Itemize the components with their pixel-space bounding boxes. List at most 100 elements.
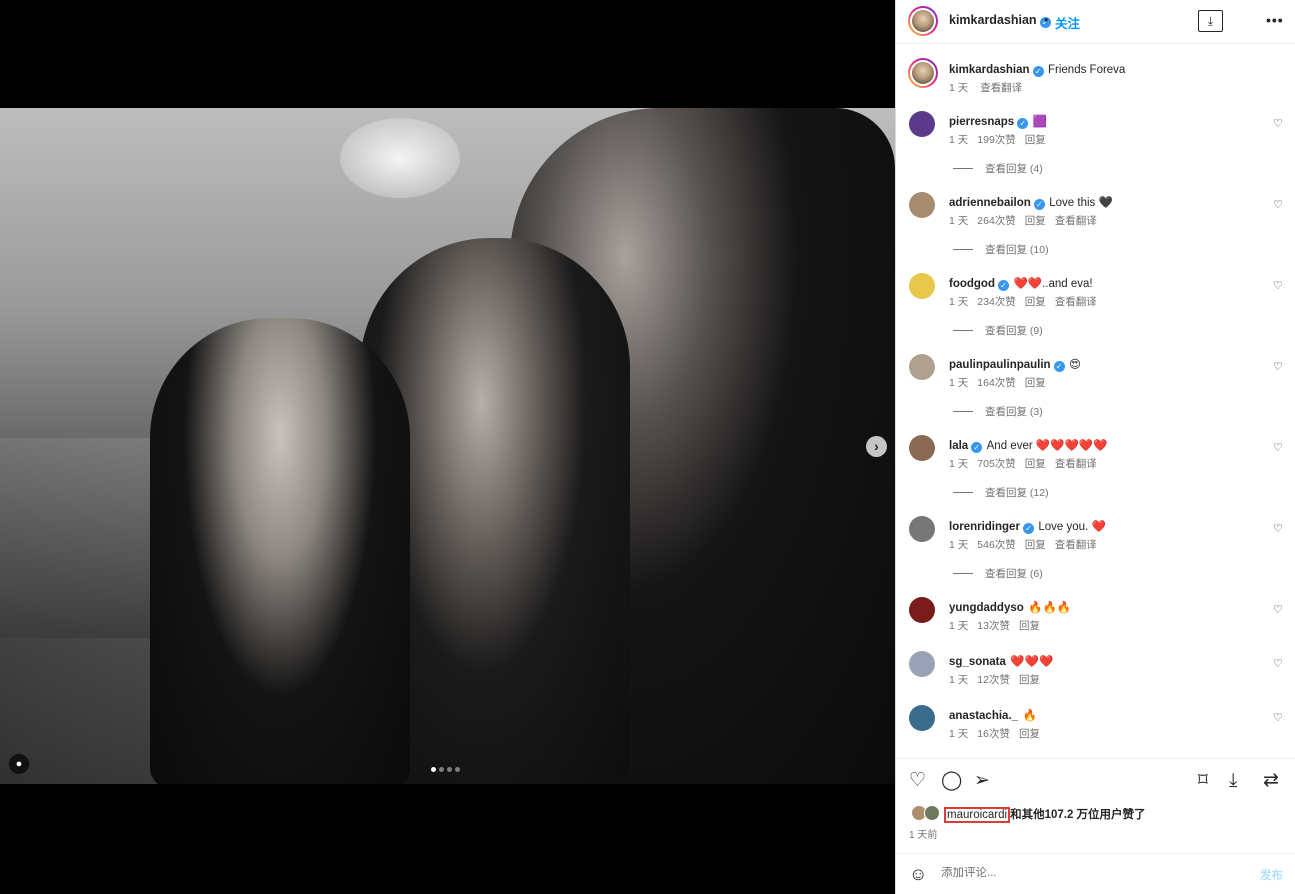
comment-translate-link[interactable]: 查看翻译 <box>1055 296 1097 308</box>
comment-like-heart-icon[interactable]: ♡ <box>1273 198 1283 211</box>
comment-likes[interactable]: 234次赞 <box>977 296 1016 308</box>
comment-translate-link[interactable]: 查看翻译 <box>1055 215 1097 227</box>
comment-line: lorenridinger ✓ Love you. ❤️ <box>949 517 1106 535</box>
view-replies-button[interactable]: 查看回复 (12) <box>953 485 1049 500</box>
comment-username[interactable]: foodgod <box>949 278 995 290</box>
more-options-button[interactable]: ••• <box>1266 12 1284 28</box>
comment-translate-link[interactable]: 查看翻译 <box>1055 458 1097 470</box>
carousel-next-button[interactable]: › <box>866 436 887 457</box>
tagged-users-button[interactable]: ● <box>8 753 30 775</box>
emoji-icon[interactable]: ☺ <box>909 864 927 885</box>
comment-avatar[interactable] <box>909 111 935 137</box>
comment-likes[interactable]: 705次赞 <box>977 458 1016 470</box>
comment-avatar[interactable] <box>909 651 935 677</box>
carousel-dots <box>431 767 467 773</box>
comment-meta: 1 天 705次赞 回复 查看翻译 <box>949 456 1106 471</box>
comment-line: pierresnaps ✓ 🟪 <box>949 112 1047 130</box>
view-replies-label[interactable]: 查看回复 (6) <box>985 568 1043 580</box>
view-replies-label[interactable]: 查看回复 (9) <box>985 325 1043 337</box>
comment-like-heart-icon[interactable]: ♡ <box>1273 360 1283 373</box>
comment-avatar[interactable] <box>909 273 935 299</box>
post-photo[interactable] <box>0 108 895 784</box>
download-button[interactable]: ⤓ <box>1198 10 1223 32</box>
comment-username[interactable]: lala <box>949 440 968 452</box>
comment-line: anastachia._ 🔥 <box>949 706 1037 724</box>
comment-like-heart-icon[interactable]: ♡ <box>1273 522 1283 535</box>
caption-author-avatar[interactable] <box>908 58 938 88</box>
comment-age: 1 天 <box>949 728 969 740</box>
comment-like-heart-icon[interactable]: ♡ <box>1273 711 1283 724</box>
comments-list: pierresnaps ✓ 🟪 1 天 199次赞 回复 ♡ 查看回复 (4) adrienn… <box>896 108 1295 756</box>
author-avatar[interactable] <box>908 6 938 36</box>
comment-icon[interactable]: ◯ <box>941 771 962 791</box>
caption-username[interactable]: kimkardashian <box>949 64 1030 76</box>
comment-like-heart-icon[interactable]: ♡ <box>1273 441 1283 454</box>
comment-reply-button[interactable]: 回复 <box>1019 728 1040 740</box>
comment-username[interactable]: lorenridinger <box>949 521 1020 533</box>
download-icon[interactable]: ⤓ <box>1229 771 1237 791</box>
comment-likes[interactable]: 264次赞 <box>977 215 1016 227</box>
caption-text: Friends Foreva <box>1048 64 1126 76</box>
comment-translate-link[interactable]: 查看翻译 <box>1055 539 1097 551</box>
view-replies-button[interactable]: 查看回复 (9) <box>953 323 1043 338</box>
comment-reply-button[interactable]: 回复 <box>1019 674 1040 686</box>
comment-reply-button[interactable]: 回复 <box>1025 134 1046 146</box>
post-comment-button[interactable]: 发布 <box>1260 867 1283 883</box>
view-replies-button[interactable]: 查看回复 (10) <box>953 242 1049 257</box>
likes-count-text[interactable]: 和其他107.2 万位用户赞了 <box>1010 809 1145 821</box>
repost-icon[interactable]: ⇄ <box>1263 771 1279 791</box>
comment-reply-button[interactable]: 回复 <box>1019 620 1040 632</box>
comment-likes[interactable]: 546次赞 <box>977 539 1016 551</box>
comment-avatar[interactable] <box>909 354 935 380</box>
comment-like-heart-icon[interactable]: ♡ <box>1273 279 1283 292</box>
comment-input[interactable] <box>941 867 1241 879</box>
view-replies-label[interactable]: 查看回复 (3) <box>985 406 1043 418</box>
view-replies-button[interactable]: 查看回复 (4) <box>953 161 1043 176</box>
view-replies-button[interactable]: 查看回复 (3) <box>953 404 1043 419</box>
comment-likes[interactable]: 12次赞 <box>977 674 1010 686</box>
liker-username-highlighted[interactable]: mauroicardi <box>944 807 1011 823</box>
heart-icon[interactable]: ♡ <box>909 771 926 791</box>
comment-username[interactable]: anastachia._ <box>949 710 1018 722</box>
caption-age: 1 天 <box>949 82 969 94</box>
comment-username[interactable]: adriennebailon <box>949 197 1031 209</box>
comment-avatar[interactable] <box>909 192 935 218</box>
follow-button[interactable]: 关注 <box>1055 13 1080 32</box>
comment-reply-button[interactable]: 回复 <box>1025 539 1046 551</box>
author-username-header[interactable]: kimkardashian ✓ <box>949 13 1051 28</box>
share-icon[interactable]: ➢ <box>974 771 990 791</box>
comment-likes[interactable]: 16次赞 <box>977 728 1010 740</box>
view-replies-label[interactable]: 查看回复 (12) <box>985 487 1049 499</box>
caption-translate-link[interactable]: 查看翻译 <box>980 82 1022 94</box>
comment-reply-button[interactable]: 回复 <box>1025 215 1046 227</box>
verified-badge-icon: ✓ <box>997 280 1009 291</box>
comment-likes[interactable]: 164次赞 <box>977 377 1016 389</box>
comment-avatar[interactable] <box>909 516 935 542</box>
comment-username[interactable]: pierresnaps <box>949 116 1014 128</box>
verified-badge-icon: ✓ <box>971 442 983 453</box>
view-replies-label[interactable]: 查看回复 (10) <box>985 244 1049 256</box>
comment-avatar[interactable] <box>909 435 935 461</box>
comment-like-heart-icon[interactable]: ♡ <box>1273 117 1283 130</box>
likes-summary: mauroicardi 和其他107.2 万位用户赞了 <box>896 804 1295 826</box>
comment-reply-button[interactable]: 回复 <box>1025 377 1046 389</box>
view-replies-button[interactable]: 查看回复 (6) <box>953 566 1043 581</box>
comment-reply-button[interactable]: 回复 <box>1025 296 1046 308</box>
replies-divider <box>953 411 973 412</box>
caption-meta: 1 天 查看翻译 <box>949 80 1031 95</box>
view-replies-label[interactable]: 查看回复 (4) <box>985 163 1043 175</box>
comment-username[interactable]: sg_sonata <box>949 656 1006 668</box>
comment-like-heart-icon[interactable]: ♡ <box>1273 603 1283 616</box>
comment-username[interactable]: yungdaddyso <box>949 602 1024 614</box>
comment-line: lala ✓ And ever ❤️❤️❤️❤️❤️ <box>949 436 1107 454</box>
comment-likes[interactable]: 199次赞 <box>977 134 1016 146</box>
bookmark-icon[interactable]: ⌑ <box>1198 771 1208 791</box>
author-name[interactable]: kimkardashian <box>949 13 1037 27</box>
comment-like-heart-icon[interactable]: ♡ <box>1273 657 1283 670</box>
comment-avatar[interactable] <box>909 705 935 731</box>
comment-age: 1 天 <box>949 215 969 227</box>
comment-avatar[interactable] <box>909 597 935 623</box>
comment-username[interactable]: paulinpaulinpaulin <box>949 359 1051 371</box>
comment-reply-button[interactable]: 回复 <box>1025 458 1046 470</box>
comment-likes[interactable]: 13次赞 <box>977 620 1010 632</box>
